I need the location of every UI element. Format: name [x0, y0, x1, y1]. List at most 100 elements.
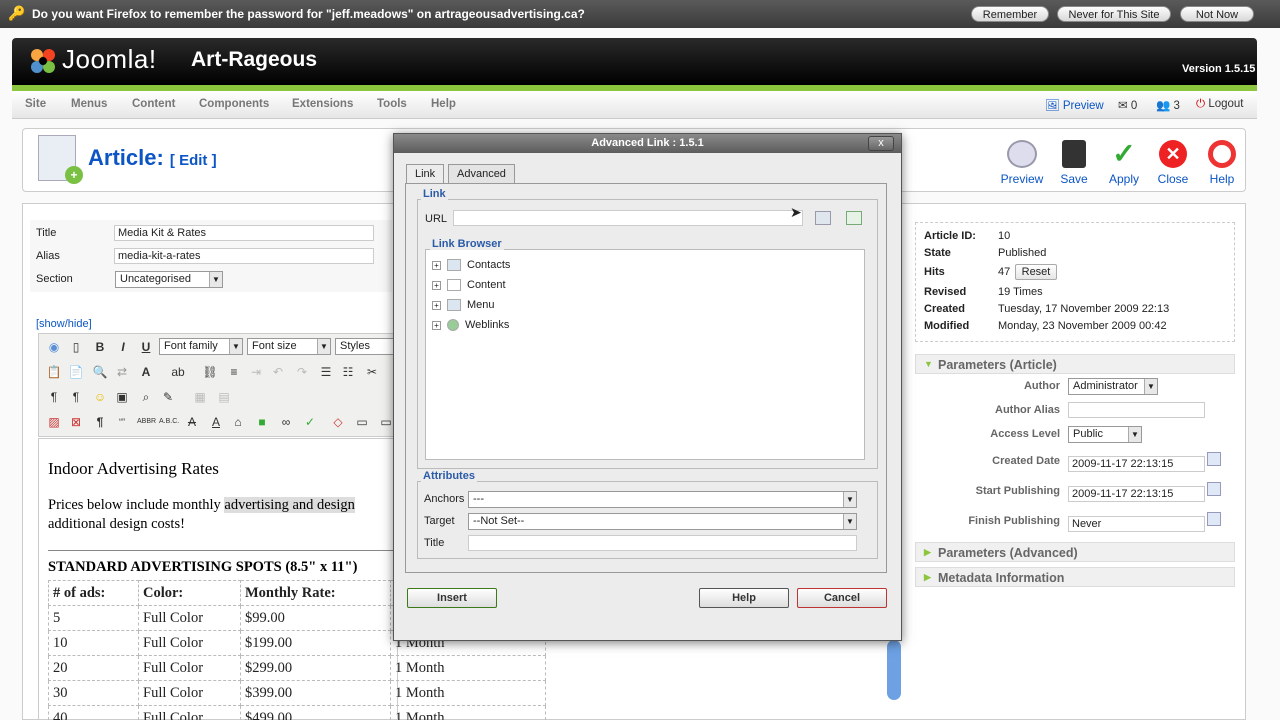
expand-icon[interactable]: + [432, 260, 441, 270]
toolbar-help-button[interactable]: Help [1197, 140, 1247, 186]
undo-icon[interactable]: ↶ [269, 363, 287, 381]
image-icon[interactable]: ▨ [45, 413, 63, 431]
italic-icon[interactable]: I [114, 338, 132, 356]
acronym-icon[interactable]: A.B.C. [159, 413, 179, 431]
edit-icon[interactable]: ✎ [159, 388, 177, 406]
indent-icon[interactable]: ⇥ [247, 363, 265, 381]
highlight-color-icon[interactable]: ab [169, 363, 187, 381]
font-size-select[interactable]: Font size ▼ [247, 338, 331, 355]
not-now-button[interactable]: Not Now [1180, 6, 1254, 22]
messages-count[interactable]: ✉ 0 [1118, 98, 1137, 112]
logout-link[interactable]: ⏻ Logout [1196, 98, 1244, 111]
cut-icon[interactable]: ✂ [363, 363, 381, 381]
new-document-icon[interactable]: ▯ [67, 338, 85, 356]
preview-editor-icon[interactable]: ⌕ [137, 388, 155, 406]
calendar-icon[interactable] [1207, 482, 1221, 496]
expand-icon[interactable]: + [432, 320, 441, 330]
replace-icon[interactable]: ⇄ [113, 363, 131, 381]
email-link-icon[interactable] [846, 211, 862, 225]
menu-help[interactable]: Help [431, 98, 456, 110]
media-icon[interactable]: ▣ [113, 388, 131, 406]
strike-icon[interactable]: A [183, 413, 201, 431]
tab-advanced[interactable]: Advanced [448, 164, 515, 183]
expand-icon[interactable]: + [432, 300, 441, 310]
reset-hits-button[interactable]: Reset [1015, 264, 1057, 280]
title-field[interactable]: Media Kit & Rates [114, 225, 374, 241]
spellcheck-icon[interactable]: ✓ [301, 413, 319, 431]
quote-icon[interactable]: “” [113, 413, 131, 431]
abbr-icon[interactable]: ABBR [137, 413, 156, 431]
rtl-icon[interactable]: ¶ [67, 388, 85, 406]
emoticon-icon[interactable]: ☺ [91, 388, 109, 406]
toolbar-apply-button[interactable]: ✓ Apply [1099, 140, 1149, 187]
url-input[interactable] [453, 210, 803, 226]
html-source-icon[interactable]: ◇ [329, 413, 347, 431]
redo-icon[interactable]: ↷ [293, 363, 311, 381]
underline-icon[interactable]: U [137, 338, 155, 356]
never-for-site-button[interactable]: Never for This Site [1057, 6, 1171, 22]
users-count[interactable]: 👥 3 [1156, 98, 1180, 112]
help-editor-icon[interactable]: ◉ [45, 338, 63, 356]
paste-icon[interactable]: 📋 [45, 363, 63, 381]
font-color-icon[interactable]: A [137, 363, 155, 381]
remove-format-icon[interactable]: ⊠ [67, 413, 85, 431]
parameters-article-toggle[interactable]: ▼ Parameters (Article) [915, 354, 1235, 374]
ordered-list-icon[interactable]: ☰ [317, 363, 335, 381]
remember-button[interactable]: Remember [971, 6, 1049, 22]
bullet-list-icon[interactable]: ☷ [339, 363, 357, 381]
ins-icon[interactable]: A [207, 413, 225, 431]
row-icon[interactable]: ▤ [215, 388, 233, 406]
metadata-toggle[interactable]: ▶ Metadata Information [915, 567, 1235, 587]
toolbar-preview-button[interactable]: Preview [997, 140, 1047, 186]
layer-icon[interactable]: ■ [253, 413, 271, 431]
ltr-icon[interactable]: ¶ [45, 388, 63, 406]
menu-extensions[interactable]: Extensions [292, 98, 353, 110]
bold-icon[interactable]: B [91, 338, 109, 356]
finish-publishing-field[interactable]: Never [1068, 516, 1205, 532]
preview-link[interactable]: 🖼 Preview [1045, 98, 1104, 112]
toolbar-save-button[interactable]: Save [1049, 140, 1099, 186]
created-date-field[interactable]: 2009-11-17 22:13:15 [1068, 456, 1205, 472]
unlink-icon[interactable]: ⛓ [201, 363, 219, 381]
expand-icon[interactable]: + [432, 280, 441, 290]
target-select[interactable]: --Not Set-- ▼ [468, 513, 857, 530]
tree-item-weblinks[interactable]: + Weblinks [432, 319, 509, 332]
alias-field[interactable]: media-kit-a-rates [114, 248, 374, 264]
author-alias-field[interactable] [1068, 402, 1205, 418]
editor-scrollbar[interactable] [887, 640, 901, 700]
insert-button[interactable]: Insert [407, 588, 497, 608]
link-icon[interactable]: ∞ [277, 413, 295, 431]
menu-menus[interactable]: Menus [71, 98, 107, 110]
anchors-select[interactable]: --- ▼ [468, 491, 857, 508]
access-level-select[interactable]: Public ▼ [1068, 426, 1142, 443]
menu-content[interactable]: Content [132, 98, 175, 110]
table-icon[interactable]: ▦ [191, 388, 209, 406]
parameters-advanced-toggle[interactable]: ▶ Parameters (Advanced) [915, 542, 1235, 562]
font-family-select[interactable]: Font family ▼ [159, 338, 243, 355]
find-icon[interactable]: 🔍 [91, 363, 109, 381]
start-publishing-field[interactable]: 2009-11-17 22:13:15 [1068, 486, 1205, 502]
title-attr-input[interactable] [468, 535, 857, 551]
author-select[interactable]: Administrator ▼ [1068, 378, 1158, 395]
tree-item-menu[interactable]: + Menu [432, 299, 495, 312]
tab-link[interactable]: Link [406, 164, 445, 184]
menu-tools[interactable]: Tools [377, 98, 407, 110]
help-button[interactable]: Help [699, 588, 789, 608]
cancel-button[interactable]: Cancel [797, 588, 887, 608]
toolbar-close-button[interactable]: ✕ Close [1148, 140, 1198, 186]
menu-components[interactable]: Components [199, 98, 269, 110]
menu-site[interactable]: Site [25, 98, 46, 110]
browse-icon[interactable] [815, 211, 831, 225]
calendar-icon[interactable] [1207, 452, 1221, 466]
calendar-icon[interactable] [1207, 512, 1221, 526]
hr-icon[interactable]: ▭ [353, 413, 371, 431]
pilcrow-icon[interactable]: ¶ [91, 413, 109, 431]
show-hide-toggle[interactable]: [show/hide] [36, 318, 92, 330]
paste-text-icon[interactable]: 📄 [67, 363, 85, 381]
dialog-close-button[interactable]: x [868, 136, 894, 151]
section-select[interactable]: Uncategorised ▼ [115, 271, 223, 288]
attribs-icon[interactable]: ⌂ [229, 413, 247, 431]
tree-item-contacts[interactable]: + Contacts [432, 259, 510, 272]
tree-item-content[interactable]: + Content [432, 279, 506, 292]
align-icon[interactable]: ≡ [225, 363, 243, 381]
